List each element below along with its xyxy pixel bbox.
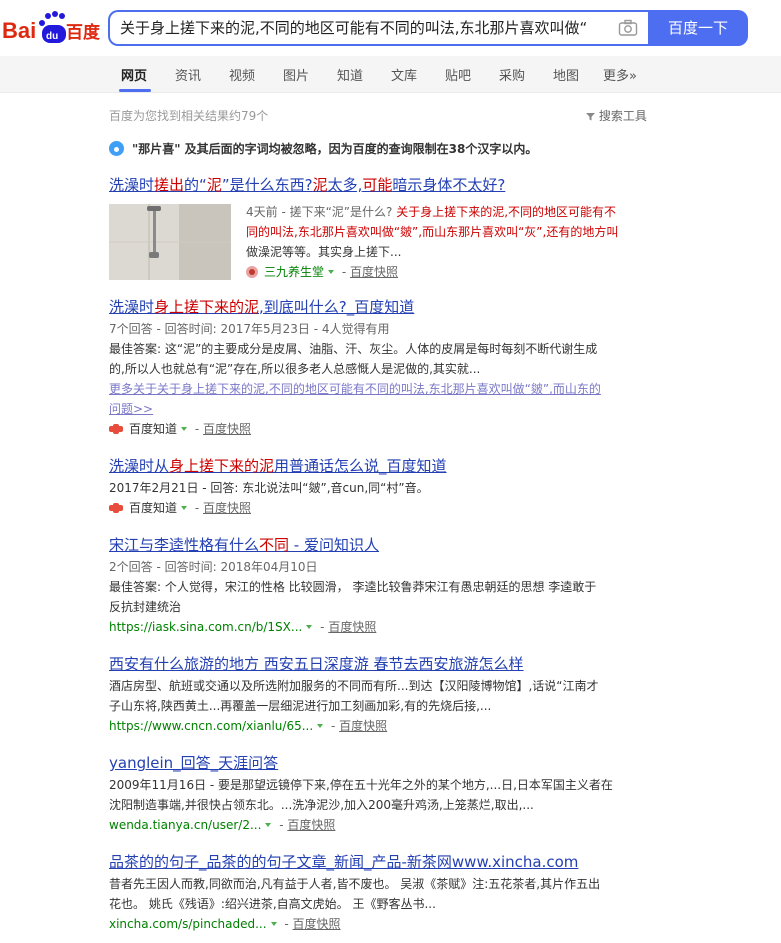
cache-snapshot-link[interactable]: 百度快照 (350, 265, 398, 279)
result-source: https://iask.sina.com.cn/b/1SX... - 百度快照 (109, 620, 377, 634)
result-url[interactable]: https://iask.sina.com.cn/b/1SX... (109, 620, 302, 634)
result-thumbnail[interactable] (109, 204, 231, 280)
tab-wenku[interactable]: 文库 (391, 65, 417, 84)
search-result: yanglein_回答_天涯问答 2009年11月16日 - 要是那望远镜停下来… (109, 753, 649, 835)
svg-text:du: du (46, 31, 58, 42)
logo-bai-text: Bai (2, 18, 36, 43)
result-snippet: 反抗封建统治 (109, 600, 182, 614)
cache-snapshot-link[interactable]: 百度快照 (328, 620, 376, 634)
result-snippet: 2009年11月16日 - 要是那望远镜停下来,停在五十光年之外的某个地方,..… (109, 778, 613, 792)
header: Bai du 百度 关于身上搓下来的泥,不同的地区可能有不同的叫法,东北那片喜欢… (0, 0, 781, 56)
result-title-link[interactable]: 西安有什么旅游的地方 西安五日深度游 春节去西安旅游怎么样 (109, 654, 649, 674)
cache-snapshot-link[interactable]: 百度快照 (203, 422, 251, 436)
result-site-name[interactable]: 百度知道 (129, 501, 177, 515)
result-meta: 2个回答 - 回答时间: 2018年04月10日 (109, 560, 318, 574)
cache-snapshot-link[interactable]: 百度快照 (339, 719, 387, 733)
tab-zhidao[interactable]: 知道 (337, 65, 363, 84)
search-input[interactable]: 关于身上搓下来的泥,不同的地区可能有不同的叫法,东北那片喜欢叫做“ (120, 12, 610, 44)
baidu-logo[interactable]: Bai du 百度 (2, 8, 102, 48)
notice-text: "那片喜" 及其后面的字词均被忽略，因为百度的查询限制在38个汉字以内。 (132, 142, 538, 156)
tab-purchase[interactable]: 采购 (499, 65, 525, 84)
tab-web[interactable]: 网页 (121, 65, 147, 84)
dropdown-arrow-icon[interactable] (181, 427, 188, 431)
zhidao-logo-icon (109, 424, 123, 434)
tab-news[interactable]: 资讯 (175, 65, 201, 84)
search-result: 洗澡时从身上搓下来的泥用普通话怎么说_百度知道 2017年2月21日 - 回答:… (109, 456, 649, 518)
result-title-link[interactable]: 品茶的的句子_品茶的的句子文章_新闻_产品-新茶网www.xincha.com (109, 852, 649, 872)
dropdown-arrow-icon[interactable] (328, 270, 335, 274)
result-url[interactable]: https://www.cncn.com/xianlu/65... (109, 719, 313, 733)
dropdown-arrow-icon[interactable] (317, 724, 324, 728)
tab-bar: 网页 资讯 视频 图片 知道 文库 贴吧 采购 地图 更多» (0, 56, 781, 93)
filter-icon (586, 113, 595, 121)
search-button[interactable]: 百度一下 (648, 10, 748, 46)
result-title-link[interactable]: 洗澡时身上搓下来的泥,到底叫什么?_百度知道 (109, 297, 649, 317)
result-snippet: 最佳答案: 这“泥”的主要成分是皮屑、油脂、汗、灰尘。人体的皮屑是每时每刻不断代… (109, 342, 598, 356)
query-truncation-notice: "那片喜" 及其后面的字词均被忽略，因为百度的查询限制在38个汉字以内。 (109, 140, 537, 157)
active-tab-indicator (119, 89, 151, 92)
result-url[interactable]: wenda.tianya.cn/user/2... (109, 818, 261, 832)
result-source: wenda.tianya.cn/user/2... - 百度快照 (109, 818, 336, 832)
search-result: 品茶的的句子_品茶的的句子文章_新闻_产品-新茶网www.xincha.com … (109, 852, 649, 934)
camera-icon[interactable] (618, 19, 638, 37)
search-result: 宋江与李逵性格有什么不同 - 爱问知识人 2个回答 - 回答时间: 2018年0… (109, 535, 649, 637)
result-site-name[interactable]: 百度知道 (129, 422, 177, 436)
result-snippet: 沈阳制造事端,并很快占领东北。...洗净泥沙,加入200毫升鸡汤,上笼蒸烂,取出… (109, 798, 534, 812)
cache-snapshot-link[interactable]: 百度快照 (203, 501, 251, 515)
dropdown-arrow-icon[interactable] (265, 823, 272, 827)
result-snippet: 子山东将,陕西黄土...再覆盖一层细泥进行加工刻画加彩,有的先烧后接,... (109, 699, 492, 713)
result-title-link[interactable]: 洗澡时搓出的“泥”是什么东西?泥太多,可能暗示身体不太好? (109, 175, 649, 195)
result-snippet: 4天前 - 搓下来“泥”是什么? 关于身上搓下来的泥,不同的地区可能有不 同的叫… (246, 202, 649, 282)
tab-images[interactable]: 图片 (283, 65, 309, 84)
result-snippet: 酒店房型、航班或交通以及所选附加服务的不同而有所...到达【汉阳陵博物馆】,话说… (109, 679, 599, 693)
cache-snapshot-link[interactable]: 百度快照 (287, 818, 335, 832)
result-snippet: 最佳答案: 个人觉得，宋江的性格 比较圆滑， 李逵比较鲁莽宋江有愚忠朝廷的思想 … (109, 580, 597, 594)
more-questions-link[interactable]: 更多关于关于身上搓下来的泥,不同的地区可能有不同的叫法,东北那片喜欢叫做“皴”,… (109, 379, 649, 399)
cache-snapshot-link[interactable]: 百度快照 (293, 917, 341, 931)
result-url[interactable]: xincha.com/s/pinchaded... (109, 917, 267, 931)
dropdown-arrow-icon[interactable] (270, 922, 277, 926)
site-logo-icon (246, 266, 258, 278)
result-snippet: 昔者先王因人而教,同欲而治,凡有益于人者,皆不废也。 吴淑《茶赋》注:五花茶者,… (109, 877, 601, 891)
search-tools-label: 搜索工具 (598, 109, 647, 123)
dropdown-arrow-icon[interactable] (181, 506, 188, 510)
result-source: 百度知道 - 百度快照 (109, 498, 649, 518)
result-title-link[interactable]: 宋江与李逵性格有什么不同 - 爱问知识人 (109, 535, 649, 555)
result-site-name[interactable]: 三九养生堂 (264, 265, 324, 279)
more-questions-link[interactable]: 问题>> (109, 399, 649, 419)
result-source: 三九养生堂 - 百度快照 (246, 262, 649, 282)
shower-image (109, 204, 231, 280)
search-result: 洗澡时搓出的“泥”是什么东西?泥太多,可能暗示身体不太好? 4天前 - 搓下来“… (109, 175, 649, 285)
zhidao-logo-icon (109, 503, 123, 513)
dropdown-arrow-icon[interactable] (306, 625, 313, 629)
result-source: 百度知道 - 百度快照 (109, 419, 649, 439)
search-result: 洗澡时身上搓下来的泥,到底叫什么?_百度知道 7个回答 - 回答时间: 2017… (109, 297, 649, 439)
paw-icon: du (39, 11, 66, 43)
tab-more[interactable]: 更多» (603, 65, 637, 84)
tab-video[interactable]: 视频 (229, 65, 255, 84)
tab-tieba[interactable]: 贴吧 (445, 65, 471, 84)
search-box[interactable]: 关于身上搓下来的泥,不同的地区可能有不同的叫法,东北那片喜欢叫做“ (108, 10, 648, 46)
result-title-link[interactable]: yanglein_回答_天涯问答 (109, 753, 649, 773)
result-snippet: 花也。 姚氏《残语》:绍兴进茶,自高文虎始。 王《野客丛书... (109, 897, 436, 911)
result-snippet: 的,所以人也就总有“泥”存在,所以很多老人总感慨人是泥做的,其实就... (109, 362, 481, 376)
result-snippet: 2017年2月21日 - 回答: 东北说法叫“皴”,音cun,同“村”音。 (109, 481, 429, 495)
result-title-link[interactable]: 洗澡时从身上搓下来的泥用普通话怎么说_百度知道 (109, 456, 649, 476)
tab-map[interactable]: 地图 (553, 65, 579, 84)
result-source: xincha.com/s/pinchaded... - 百度快照 (109, 917, 341, 931)
search-tools-button[interactable]: 搜索工具 (586, 107, 647, 124)
result-source: https://www.cncn.com/xianlu/65... - 百度快照 (109, 719, 388, 733)
info-paw-icon (109, 141, 124, 156)
result-meta: 7个回答 - 回答时间: 2017年5月23日 - 4人觉得有用 (109, 322, 390, 336)
logo-baidu-text: 百度 (66, 22, 101, 43)
search-result: 西安有什么旅游的地方 西安五日深度游 春节去西安旅游怎么样 酒店房型、航班或交通… (109, 654, 649, 736)
result-count: 百度为您找到相关结果约79个 (109, 109, 269, 123)
